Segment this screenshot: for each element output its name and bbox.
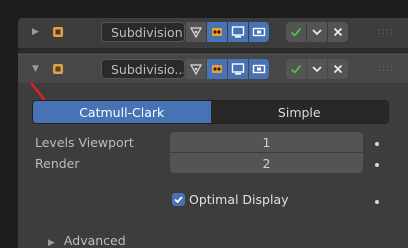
optimal-display-checkbox[interactable] xyxy=(172,193,185,206)
modifier-name-field[interactable]: Subdivision xyxy=(101,22,185,42)
close-icon[interactable] xyxy=(328,22,348,42)
expand-arrow-icon[interactable]: ▶ xyxy=(32,27,39,37)
on-cage-icon[interactable] xyxy=(207,59,227,79)
advanced-label: Advanced xyxy=(63,233,126,248)
chevron-down-icon[interactable] xyxy=(307,59,327,79)
panel-separator xyxy=(18,48,408,53)
edit-mode-icon[interactable] xyxy=(186,22,206,42)
keyframe-dot-icon[interactable] xyxy=(375,163,379,167)
viewport-display-icon[interactable] xyxy=(228,22,248,42)
simple-option[interactable]: Simple xyxy=(210,101,388,123)
viewport-display-icon[interactable] xyxy=(228,59,248,79)
close-icon[interactable] xyxy=(328,59,348,79)
modifier-icon xyxy=(53,64,63,74)
render-levels-field[interactable]: 2 xyxy=(170,153,363,173)
modifier-name-field[interactable]: Subdivisio... xyxy=(101,59,185,79)
subdivision-type-selector[interactable]: Catmull-Clark Simple xyxy=(32,100,389,124)
expand-arrow-icon[interactable]: ▶ xyxy=(48,238,55,248)
camera-render-icon[interactable] xyxy=(249,59,269,79)
collapse-arrow-icon[interactable]: ▼ xyxy=(32,64,39,74)
modifier-header-expanded[interactable]: ▼ Subdivisio... :::: xyxy=(18,54,408,83)
apply-checkmark-icon[interactable] xyxy=(286,22,306,42)
modifier-icon xyxy=(53,27,63,37)
keyframe-dot-icon[interactable] xyxy=(375,142,379,146)
drag-handle-icon[interactable]: :::: xyxy=(378,27,394,37)
drag-handle-icon[interactable]: :::: xyxy=(378,64,394,74)
levels-viewport-label: Levels Viewport xyxy=(35,135,134,150)
optimal-display-label[interactable]: Optimal Display xyxy=(189,192,289,207)
render-levels-label: Render xyxy=(35,156,80,171)
camera-render-icon[interactable] xyxy=(249,22,269,42)
apply-checkmark-icon[interactable] xyxy=(286,59,306,79)
on-cage-icon[interactable] xyxy=(207,22,227,42)
chevron-down-icon[interactable] xyxy=(307,22,327,42)
catmull-clark-option[interactable]: Catmull-Clark xyxy=(33,101,211,123)
edit-mode-icon[interactable] xyxy=(186,59,206,79)
modifier-header-collapsed[interactable]: ▶ Subdivision :::: xyxy=(18,18,408,46)
keyframe-dot-icon[interactable] xyxy=(375,200,379,204)
advanced-subpanel[interactable]: ▶ Advanced xyxy=(48,233,126,248)
levels-viewport-field[interactable]: 1 xyxy=(170,132,363,152)
